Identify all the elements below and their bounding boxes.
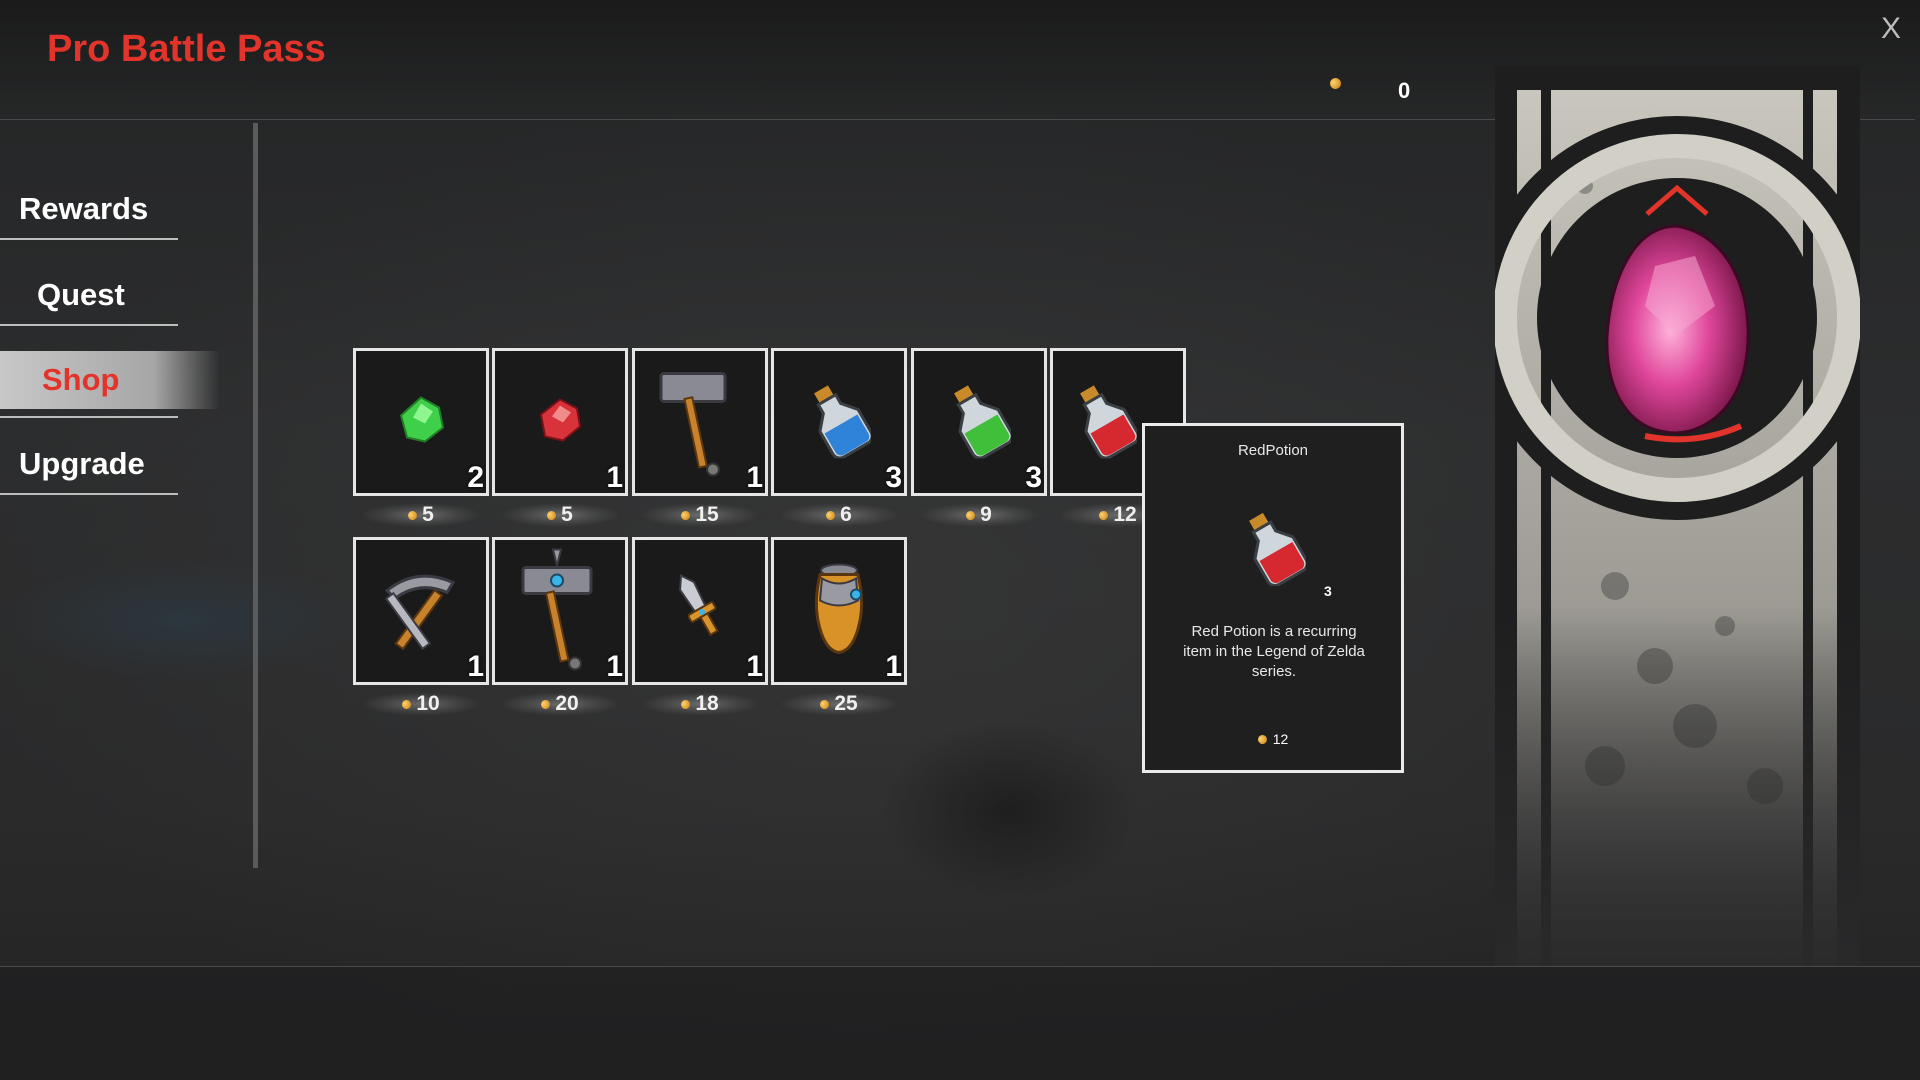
background-shadow bbox=[880, 720, 1140, 900]
item-quantity: 1 bbox=[467, 650, 484, 683]
green-gem-icon bbox=[395, 394, 447, 451]
nav-rewards[interactable]: Rewards bbox=[0, 180, 178, 240]
nav-divider bbox=[0, 324, 178, 326]
sidebar-divider bbox=[253, 123, 258, 868]
item-price: 5 bbox=[361, 503, 481, 527]
item-price: 18 bbox=[640, 692, 760, 716]
coin-icon bbox=[1328, 76, 1343, 91]
item-price: 5 bbox=[500, 503, 620, 527]
shop-item-war-hammer[interactable]: 1 bbox=[632, 348, 768, 496]
nav-divider bbox=[0, 493, 178, 495]
coin-icon bbox=[680, 698, 692, 710]
item-quantity: 1 bbox=[606, 650, 623, 683]
banner-art bbox=[1475, 66, 1879, 966]
item-quantity: 1 bbox=[746, 650, 763, 683]
item-price: 9 bbox=[919, 503, 1039, 527]
currency-display bbox=[1328, 76, 1343, 91]
coin-icon bbox=[1098, 509, 1110, 521]
blue-potion-icon bbox=[807, 381, 874, 464]
battle-pass-banner bbox=[1475, 66, 1879, 966]
nav-upgrade-label: Upgrade bbox=[19, 446, 145, 481]
tooltip-quantity: 3 bbox=[1324, 583, 1332, 599]
nav-divider bbox=[0, 238, 178, 240]
shop-item-blue-potion[interactable]: 3 bbox=[771, 348, 907, 496]
nav-quest[interactable]: Quest bbox=[0, 266, 178, 326]
nav-divider bbox=[0, 416, 178, 418]
shop-item-green-gem[interactable]: 2 bbox=[353, 348, 489, 496]
item-quantity: 3 bbox=[885, 461, 902, 494]
green-potion-icon bbox=[947, 381, 1014, 464]
item-quantity: 3 bbox=[1025, 461, 1042, 494]
tooltip-description: Red Potion is a recurring item in the Le… bbox=[1183, 623, 1365, 680]
item-price: 10 bbox=[361, 692, 481, 716]
item-quantity: 2 bbox=[467, 461, 484, 494]
shop-item-armor[interactable]: 1 bbox=[771, 537, 907, 685]
shop-item-gem-hammer[interactable]: 1 bbox=[492, 537, 628, 685]
currency-value: 0 bbox=[1398, 78, 1411, 103]
coin-icon bbox=[545, 509, 558, 521]
nav-shop[interactable]: Shop bbox=[0, 351, 220, 418]
background-blur bbox=[0, 560, 360, 680]
tooltip-price: 12 bbox=[1145, 731, 1401, 747]
gem-hammer-icon bbox=[515, 546, 605, 677]
coin-icon bbox=[824, 509, 837, 521]
item-price: 20 bbox=[500, 692, 620, 716]
coin-icon bbox=[1256, 733, 1268, 745]
nav-quest-label: Quest bbox=[37, 277, 125, 312]
page-title: Pro Battle Pass bbox=[47, 28, 326, 70]
dagger-icon bbox=[670, 569, 730, 654]
coin-icon bbox=[680, 509, 692, 521]
tooltip-item-name: RedPotion bbox=[1237, 442, 1309, 459]
red-potion-icon bbox=[1073, 381, 1140, 464]
red-gem-icon bbox=[535, 395, 585, 450]
coin-icon bbox=[540, 698, 552, 710]
item-quantity: 1 bbox=[606, 461, 623, 494]
shop-item-dagger[interactable]: 1 bbox=[632, 537, 768, 685]
armor-icon bbox=[804, 561, 874, 662]
red-potion-icon bbox=[1242, 508, 1309, 591]
hammer-icon bbox=[655, 360, 745, 485]
item-quantity: 1 bbox=[746, 461, 763, 494]
shop-item-red-gem[interactable]: 1 bbox=[492, 348, 628, 496]
nav-upgrade[interactable]: Upgrade bbox=[0, 435, 178, 495]
item-price: 25 bbox=[779, 692, 899, 716]
coin-icon bbox=[964, 509, 977, 521]
coin-icon bbox=[406, 509, 419, 521]
footer-bar bbox=[0, 967, 1920, 1080]
shop-item-pickaxe[interactable]: 1 bbox=[353, 537, 489, 685]
nav-rewards-label: Rewards bbox=[19, 191, 149, 226]
tooltip-price-value: 12 bbox=[1272, 731, 1289, 747]
close-button[interactable]: X bbox=[1881, 12, 1901, 46]
item-price: 6 bbox=[779, 503, 899, 527]
coin-icon bbox=[819, 698, 831, 710]
shop-item-green-potion[interactable]: 3 bbox=[911, 348, 1047, 496]
nav-shop-label: Shop bbox=[42, 362, 120, 397]
item-price: 15 bbox=[640, 503, 760, 527]
pickaxe-icon bbox=[373, 561, 469, 662]
item-quantity: 1 bbox=[885, 650, 902, 683]
item-tooltip: RedPotion 3 Red Potion is a recurring it… bbox=[1142, 423, 1404, 773]
coin-icon bbox=[401, 698, 413, 710]
